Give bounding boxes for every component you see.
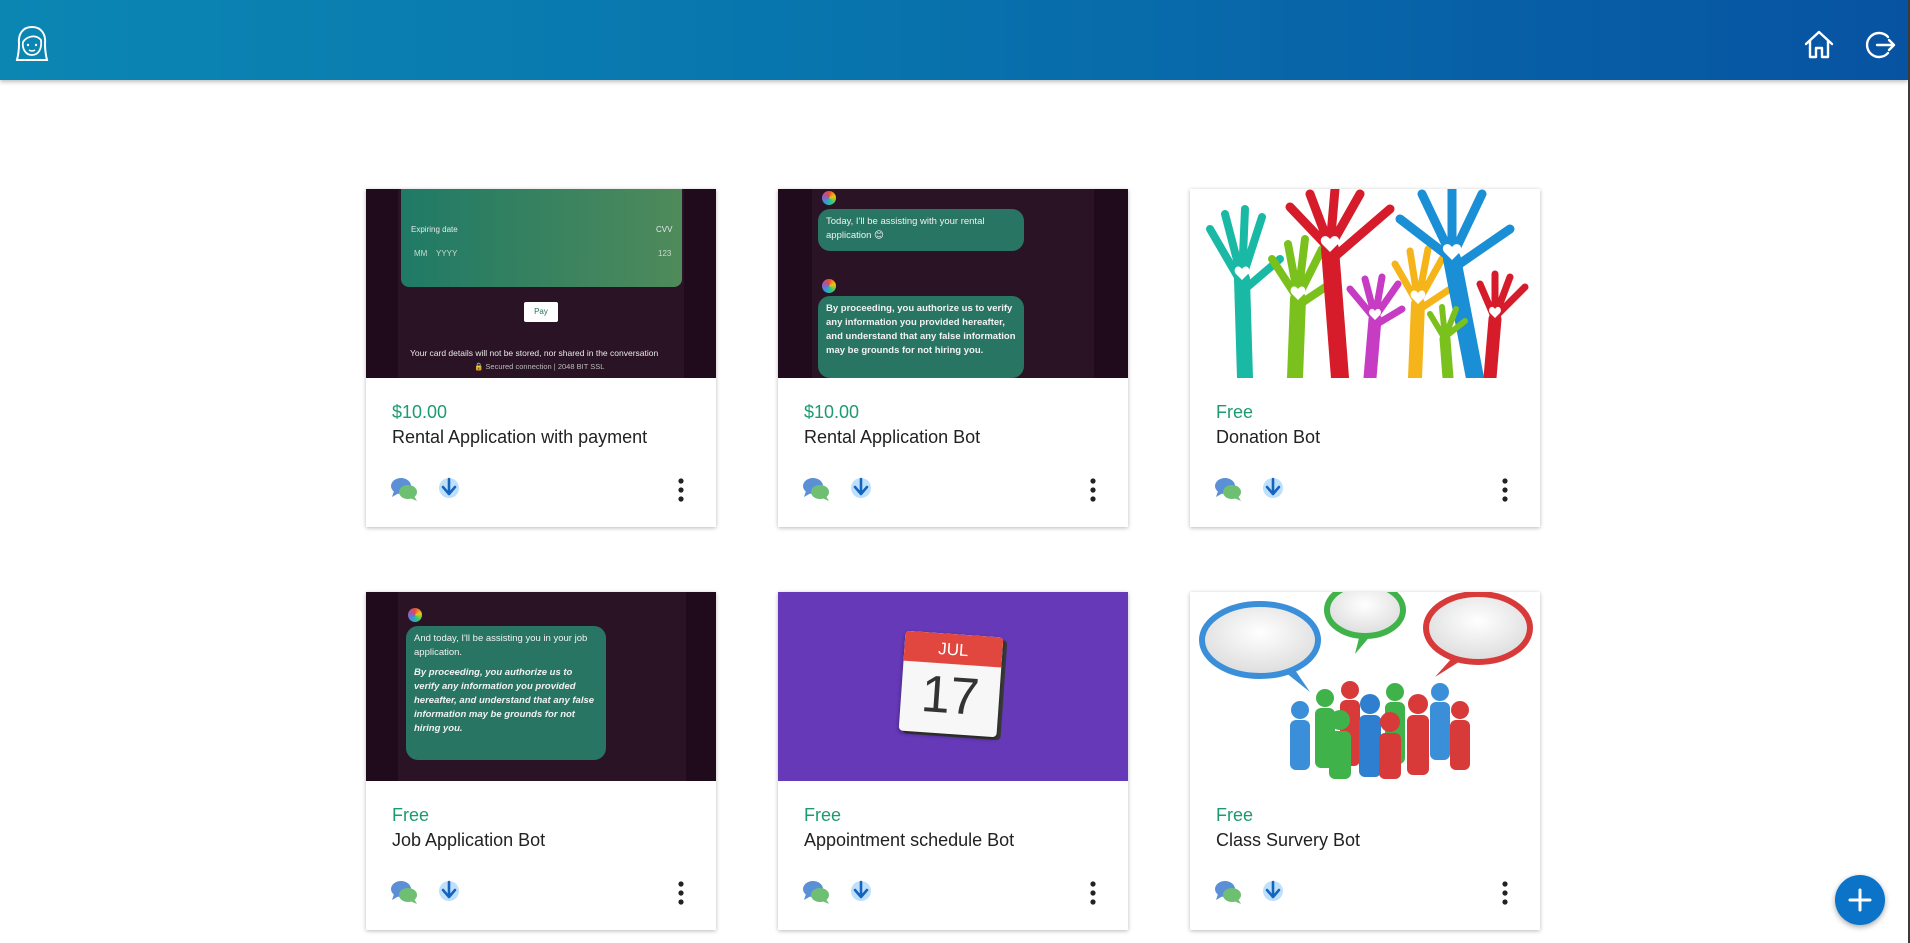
more-vertical-icon[interactable] <box>1502 881 1508 905</box>
card-price: Free <box>804 805 842 825</box>
bot-card[interactable]: And today, I'll be assisting you in your… <box>366 592 716 930</box>
download-arrow-icon[interactable] <box>1262 476 1284 500</box>
download-arrow-icon[interactable] <box>438 879 460 903</box>
more-vertical-icon[interactable] <box>1090 478 1096 502</box>
card-title[interactable]: Class Survery Bot <box>1216 830 1360 851</box>
home-icon[interactable] <box>1802 28 1836 60</box>
chat-bubbles-icon[interactable] <box>390 476 418 502</box>
card-price: Free <box>1216 805 1254 825</box>
card-thumbnail: And today, I'll be assisting you in your… <box>366 592 716 781</box>
download-arrow-icon[interactable] <box>850 879 872 903</box>
bot-card[interactable]: Free Donation Bot <box>1190 189 1540 527</box>
card-title[interactable]: Rental Application with payment <box>392 427 647 448</box>
logout-icon[interactable] <box>1864 29 1896 61</box>
chat-bubbles-icon[interactable] <box>1214 476 1242 502</box>
card-price: Free <box>392 805 430 825</box>
card-thumbnail: Today, I'll be assisting with your renta… <box>778 189 1128 378</box>
more-vertical-icon[interactable] <box>1090 881 1096 905</box>
card-title[interactable]: Job Application Bot <box>392 830 545 851</box>
card-price: Free <box>1216 402 1254 422</box>
card-title[interactable]: Rental Application Bot <box>804 427 980 448</box>
card-thumbnail <box>1190 189 1540 378</box>
download-arrow-icon[interactable] <box>850 476 872 500</box>
card-title[interactable]: Appointment schedule Bot <box>804 830 1014 851</box>
calendar-icon: JUL 17 <box>898 630 1004 738</box>
card-price: $10.00 <box>392 402 448 422</box>
download-arrow-icon[interactable] <box>1262 879 1284 903</box>
bot-card[interactable]: Expiring date CVV MM YYYY 123 Pay Your c… <box>366 189 716 527</box>
card-thumbnail: Expiring date CVV MM YYYY 123 Pay Your c… <box>366 189 716 378</box>
card-price: $10.00 <box>804 402 860 422</box>
chat-bubbles-icon[interactable] <box>1214 879 1242 905</box>
bot-card[interactable]: Today, I'll be assisting with your renta… <box>778 189 1128 527</box>
raised-hands-illustration <box>1206 189 1529 378</box>
add-bot-button[interactable] <box>1835 875 1885 925</box>
card-title[interactable]: Donation Bot <box>1216 427 1320 448</box>
chat-bubbles-icon[interactable] <box>390 879 418 905</box>
card-thumbnail: JUL 17 <box>778 592 1128 781</box>
bot-card[interactable]: JUL 17 Free Appointment schedule Bot <box>778 592 1128 930</box>
card-thumbnail <box>1190 592 1540 781</box>
assistant-avatar-icon[interactable] <box>14 24 50 64</box>
bot-card[interactable]: Free Class Survery Bot <box>1190 592 1540 930</box>
crowd-speech-bubbles-illustration <box>1199 592 1533 779</box>
chat-bubbles-icon[interactable] <box>802 476 830 502</box>
download-arrow-icon[interactable] <box>438 476 460 500</box>
chat-bubbles-icon[interactable] <box>802 879 830 905</box>
plus-icon <box>1848 888 1872 912</box>
more-vertical-icon[interactable] <box>678 478 684 502</box>
top-app-bar <box>0 0 1908 80</box>
more-vertical-icon[interactable] <box>1502 478 1508 502</box>
more-vertical-icon[interactable] <box>678 881 684 905</box>
